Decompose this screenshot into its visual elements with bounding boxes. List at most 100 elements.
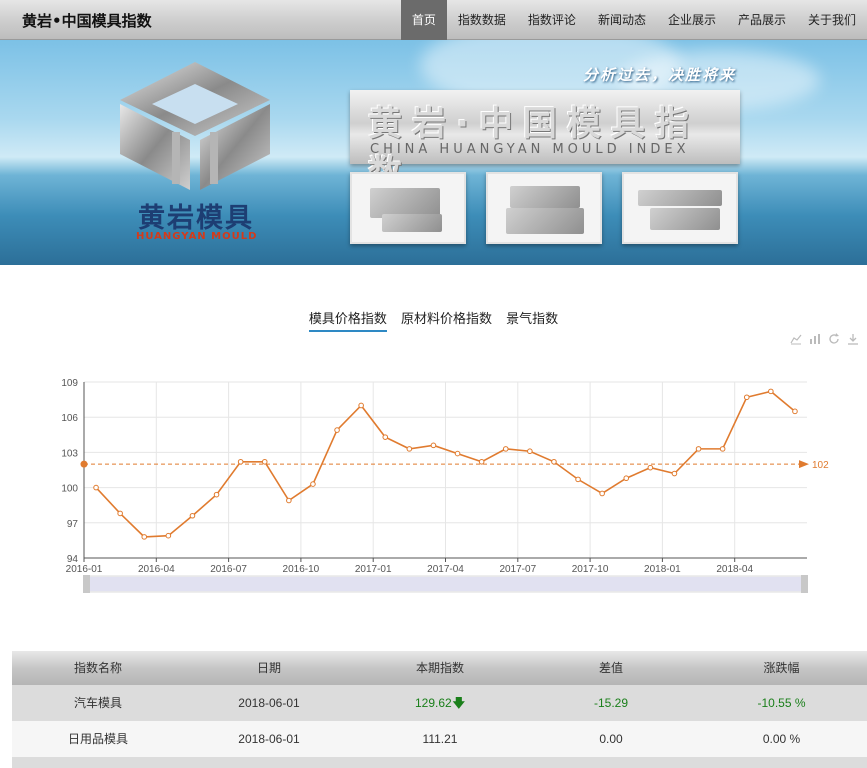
cell-date: 2018-06-01 xyxy=(238,696,300,710)
x-tick-label: 2017-01 xyxy=(355,564,392,575)
chart-toolbox xyxy=(790,333,859,345)
down-arrow-icon: 🡇 xyxy=(452,696,466,710)
cube-logo-icon xyxy=(120,62,270,190)
data-point xyxy=(310,481,316,487)
header-date: 日期 xyxy=(256,661,281,675)
reference-line-arrow xyxy=(799,460,809,469)
zoom-slider-range xyxy=(88,577,803,591)
tab-mould-price-index[interactable]: 模具价格指数 xyxy=(308,308,387,332)
table-row: 日用品模具 2018-06-01 111.21 0.00 0.00 % xyxy=(12,721,867,757)
table-row: 汽车模具 2018-06-01 129.62🡇 -15.29 -10.55 % xyxy=(12,685,867,721)
nav-index-review[interactable]: 指数评论 xyxy=(517,0,587,40)
index-tabs: 模具价格指数 原材料价格指数 景气指数 xyxy=(0,308,867,332)
header-change-pct: 涨跌幅 xyxy=(763,661,800,675)
index-table: 指数名称 日期 本期指数 差值 涨跌幅 汽车模具 2018-06-01 129.… xyxy=(12,651,867,768)
top-header: 黄岩•中国模具指数 首页 指数数据 指数评论 新闻动态 企业展示 产品展示 关于… xyxy=(0,0,867,40)
banner-title-en: CHINA HUANGYAN MOULD INDEX xyxy=(370,142,690,157)
data-point xyxy=(743,394,750,401)
x-tick-label: 2018-01 xyxy=(644,564,681,575)
banner-slogan: 分析过去，决胜将来 xyxy=(583,66,737,84)
bar-chart-icon[interactable] xyxy=(809,333,821,345)
mould-photo-2 xyxy=(486,172,602,244)
cell-date: 2018-06-01 xyxy=(238,732,300,746)
site-title[interactable]: 黄岩•中国模具指数 xyxy=(22,10,152,31)
cell-change-pct: 0.00 % xyxy=(762,732,801,746)
brand-name-en: HUANGYAN MOULD xyxy=(136,231,258,242)
y-tick-label: 106 xyxy=(61,413,78,424)
data-point xyxy=(261,458,268,465)
data-point xyxy=(189,512,196,519)
data-point xyxy=(599,490,605,497)
data-point xyxy=(623,475,630,482)
reference-line-start-marker xyxy=(80,460,88,468)
cell-value-text: 129.62 xyxy=(414,696,452,710)
y-tick-label: 97 xyxy=(67,519,79,530)
x-tick-label: 2016-10 xyxy=(283,564,320,575)
data-point xyxy=(165,532,172,539)
data-point xyxy=(502,446,509,452)
x-tick-label: 2016-01 xyxy=(66,564,103,575)
data-point xyxy=(334,427,340,433)
data-point xyxy=(213,491,220,498)
data-point xyxy=(671,470,678,477)
tab-prosperity-index[interactable]: 景气指数 xyxy=(506,308,558,330)
x-tick-label: 2018-04 xyxy=(716,564,753,575)
x-tick-label: 2016-04 xyxy=(138,564,175,575)
brand-name-cn: 黄岩模具 xyxy=(138,203,254,234)
header-index-name: 指数名称 xyxy=(73,661,122,675)
nav-news[interactable]: 新闻动态 xyxy=(587,0,657,40)
mould-price-index-chart: 94971001031061092016-01 2016-04 2016-07 201… xyxy=(61,378,829,593)
data-point xyxy=(575,476,581,483)
data-point xyxy=(695,446,702,452)
data-point xyxy=(237,458,244,465)
data-point xyxy=(382,434,389,440)
mould-photo-1 xyxy=(350,172,466,244)
zoom-slider-handle-left[interactable] xyxy=(83,575,90,593)
x-tick-label: 2016-07 xyxy=(210,564,247,575)
main-nav: 首页 指数数据 指数评论 新闻动态 企业展示 产品展示 关于我们 xyxy=(400,0,867,40)
header-difference: 差值 xyxy=(598,661,623,675)
download-icon[interactable] xyxy=(847,333,859,345)
cell-current-index: 111.21 xyxy=(422,732,458,746)
x-tick-label: 2017-10 xyxy=(572,564,609,575)
data-point xyxy=(478,458,485,465)
cell-index-name: 日用品模具 xyxy=(67,732,128,746)
data-point xyxy=(792,408,798,415)
nav-home[interactable]: 首页 xyxy=(400,0,447,40)
data-point xyxy=(719,446,726,452)
data-point xyxy=(117,510,123,517)
mould-photo-3 xyxy=(622,172,738,244)
hero-banner: 黄岩模具 HUANGYAN MOULD 分析过去，决胜将来 黄岩·中国模具指数 … xyxy=(0,40,867,265)
zoom-slider-handle-right[interactable] xyxy=(801,575,808,593)
table-header: 指数名称 日期 本期指数 差值 涨跌幅 xyxy=(12,651,867,685)
table-row xyxy=(12,757,867,768)
cell-index-name: 汽车模具 xyxy=(73,696,122,710)
y-tick-label: 109 xyxy=(61,378,78,389)
data-point xyxy=(93,484,99,491)
data-point xyxy=(647,464,654,471)
nav-companies[interactable]: 企业展示 xyxy=(657,0,727,40)
data-point xyxy=(430,442,437,449)
data-point xyxy=(406,446,413,452)
cell-difference: -15.29 xyxy=(593,696,629,710)
data-point xyxy=(527,448,533,455)
data-point xyxy=(286,497,292,504)
y-tick-label: 103 xyxy=(61,448,78,459)
reference-line-label: 102 xyxy=(812,460,829,471)
nav-about[interactable]: 关于我们 xyxy=(797,0,867,40)
data-point xyxy=(768,388,774,395)
y-tick-label: 100 xyxy=(61,484,78,495)
tab-raw-material-index[interactable]: 原材料价格指数 xyxy=(401,308,492,330)
data-point xyxy=(141,534,148,540)
data-point xyxy=(358,402,364,409)
banner-title-plate: 黄岩·中国模具指数 CHINA HUANGYAN MOULD INDEX xyxy=(350,90,740,193)
nav-index-data[interactable]: 指数数据 xyxy=(447,0,517,40)
cell-current-index: 129.62🡇 xyxy=(354,685,526,721)
nav-products[interactable]: 产品展示 xyxy=(727,0,797,40)
cell-difference: 0.00 xyxy=(599,732,623,746)
cell-change-pct: -10.55 % xyxy=(757,696,806,710)
x-tick-label: 2017-07 xyxy=(499,564,536,575)
refresh-icon[interactable] xyxy=(828,333,840,345)
data-point xyxy=(454,450,461,457)
line-chart-icon[interactable] xyxy=(790,333,802,345)
